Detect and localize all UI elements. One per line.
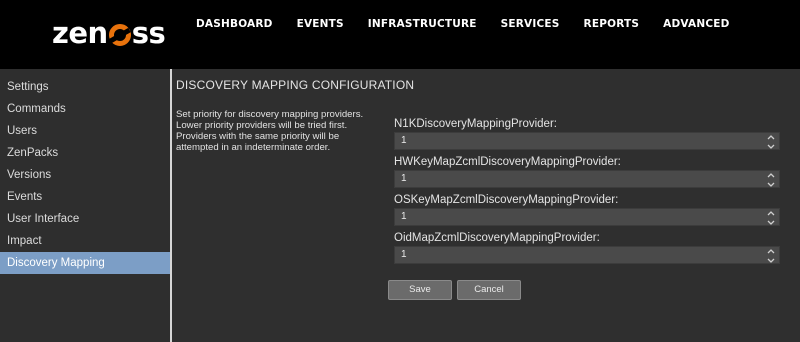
provider-n1k: N1KDiscoveryMappingProvider: 1: [394, 116, 780, 150]
chevron-down-icon[interactable]: [765, 142, 777, 151]
provider-label: OidMapZcmlDiscoveryMappingProvider:: [394, 232, 600, 244]
priority-input-oskeymap[interactable]: 1: [394, 208, 780, 226]
priority-value: 1: [401, 211, 407, 222]
sidebar-item-user-interface[interactable]: User Interface: [0, 208, 170, 230]
priority-input-n1k[interactable]: 1: [394, 132, 780, 150]
priority-value: 1: [401, 249, 407, 260]
chevron-down-icon[interactable]: [765, 218, 777, 227]
chevron-down-icon[interactable]: [765, 180, 777, 189]
chevron-up-icon[interactable]: [765, 171, 777, 180]
main-nav: DASHBOARD EVENTS INFRASTRUCTURE SERVICES…: [184, 16, 742, 32]
app-window: zen ss DASHBOARD EVENTS INFRASTRUCTURE SE…: [0, 0, 800, 342]
nav-infrastructure[interactable]: INFRASTRUCTURE: [356, 16, 489, 32]
save-button[interactable]: Save: [388, 280, 452, 300]
chevron-up-icon[interactable]: [765, 133, 777, 142]
spinner: [765, 133, 777, 151]
nav-events[interactable]: EVENTS: [285, 16, 356, 32]
provider-oidmap: OidMapZcmlDiscoveryMappingProvider: 1: [394, 230, 780, 264]
page-title: DISCOVERY MAPPING CONFIGURATION: [176, 78, 415, 92]
nav-services[interactable]: SERVICES: [489, 16, 572, 32]
sidebar-item-commands[interactable]: Commands: [0, 98, 170, 120]
nav-reports[interactable]: REPORTS: [572, 16, 652, 32]
cancel-button[interactable]: Cancel: [457, 280, 521, 300]
spinner: [765, 171, 777, 189]
chevron-down-icon[interactable]: [765, 256, 777, 265]
priority-input-oidmap[interactable]: 1: [394, 246, 780, 264]
logo-text-end: ss: [131, 16, 166, 50]
logo-text-start: zen: [52, 16, 108, 50]
sidebar-item-impact[interactable]: Impact: [0, 230, 170, 252]
priority-value: 1: [401, 173, 407, 184]
provider-label: N1KDiscoveryMappingProvider:: [394, 118, 557, 130]
priority-input-hwkeymap[interactable]: 1: [394, 170, 780, 188]
provider-label: OSKeyMapZcmlDiscoveryMappingProvider:: [394, 194, 619, 206]
sidebar: Settings Commands Users ZenPacks Version…: [0, 69, 172, 342]
description-text: Set priority for discovery mapping provi…: [176, 109, 364, 153]
logo-o-icon: [108, 23, 131, 46]
sidebar-item-zenpacks[interactable]: ZenPacks: [0, 142, 170, 164]
spinner: [765, 247, 777, 265]
provider-label: HWKeyMapZcmlDiscoveryMappingProvider:: [394, 156, 621, 168]
spinner: [765, 209, 777, 227]
main-panel: DISCOVERY MAPPING CONFIGURATION Set prio…: [174, 69, 800, 342]
provider-oskeymap: OSKeyMapZcmlDiscoveryMappingProvider: 1: [394, 192, 780, 226]
priority-value: 1: [401, 135, 407, 146]
chevron-up-icon[interactable]: [765, 247, 777, 256]
nav-advanced[interactable]: ADVANCED: [651, 16, 741, 32]
sidebar-item-settings[interactable]: Settings: [0, 76, 170, 98]
nav-dashboard[interactable]: DASHBOARD: [184, 16, 285, 32]
sidebar-item-users[interactable]: Users: [0, 120, 170, 142]
top-header: zen ss DASHBOARD EVENTS INFRASTRUCTURE SE…: [0, 0, 800, 69]
sidebar-item-discovery-mapping[interactable]: Discovery Mapping: [0, 252, 170, 274]
provider-hwkeymap: HWKeyMapZcmlDiscoveryMappingProvider: 1: [394, 154, 780, 188]
zenoss-logo[interactable]: zen ss: [52, 15, 166, 51]
sidebar-item-events[interactable]: Events: [0, 186, 170, 208]
chevron-up-icon[interactable]: [765, 209, 777, 218]
sidebar-item-versions[interactable]: Versions: [0, 164, 170, 186]
